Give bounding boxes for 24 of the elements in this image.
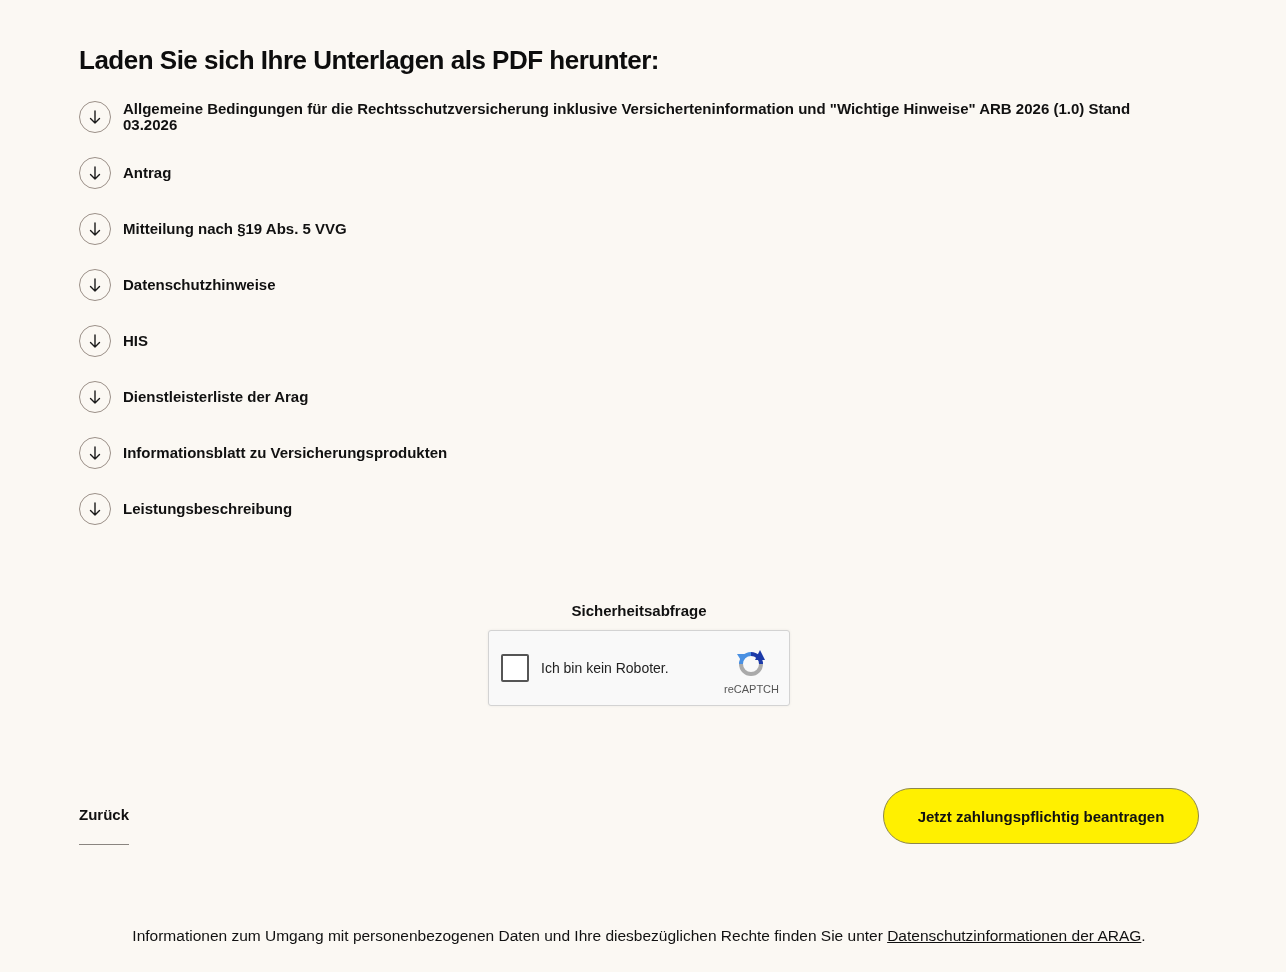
download-link[interactable]: Datenschutzhinweise (79, 269, 276, 301)
download-link[interactable]: Leistungsbeschreibung (79, 493, 293, 525)
down-arrow-circle-icon (79, 381, 111, 413)
download-link[interactable]: Allgemeine Bedingungen für die Rechtsschutzversicherung inklusive Versicherteninformation und "Wichtige Hinweise" ARB 2026 (1.0) Stand 03.2026 (79, 101, 1169, 133)
down-arrow-circle-icon (79, 269, 111, 301)
down-arrow-circle-icon (79, 325, 111, 357)
down-arrow-circle-icon (79, 437, 111, 469)
down-arrow-circle-icon (79, 493, 111, 525)
submit-button[interactable]: Jetzt zahlungspflichtig beantragen (883, 788, 1199, 844)
back-link[interactable]: Zurück (79, 788, 129, 845)
privacy-notice: Informationen zum Umgang mit personenbezogenen Daten und Ihre diesbezüglichen Rechte finden Sie unter Datenschutzinformationen der ARAG. (131, 926, 1147, 946)
captcha-brand-text: reCAPTCH (724, 682, 779, 696)
down-arrow-circle-icon (79, 101, 111, 133)
down-arrow-circle-icon (79, 157, 111, 189)
download-link[interactable]: HIS (79, 325, 148, 357)
checkbox[interactable] (501, 654, 529, 682)
download-link[interactable]: Informationsblatt zu Versicherungsprodukten (79, 437, 448, 469)
download-link[interactable]: Antrag (79, 157, 172, 189)
download-link[interactable]: Mitteilung nach §19 Abs. 5 VVG (79, 213, 347, 245)
down-arrow-circle-icon (79, 213, 111, 245)
captcha-title: Sicherheitsabfrage (571, 601, 707, 621)
download-link[interactable]: Dienstleisterliste der Arag (79, 381, 309, 413)
page-heading: Laden Sie sich Ihre Unterlagen als PDF herunter: (79, 44, 660, 77)
checkbox-label: Ich bin kein Roboter. (541, 660, 669, 676)
